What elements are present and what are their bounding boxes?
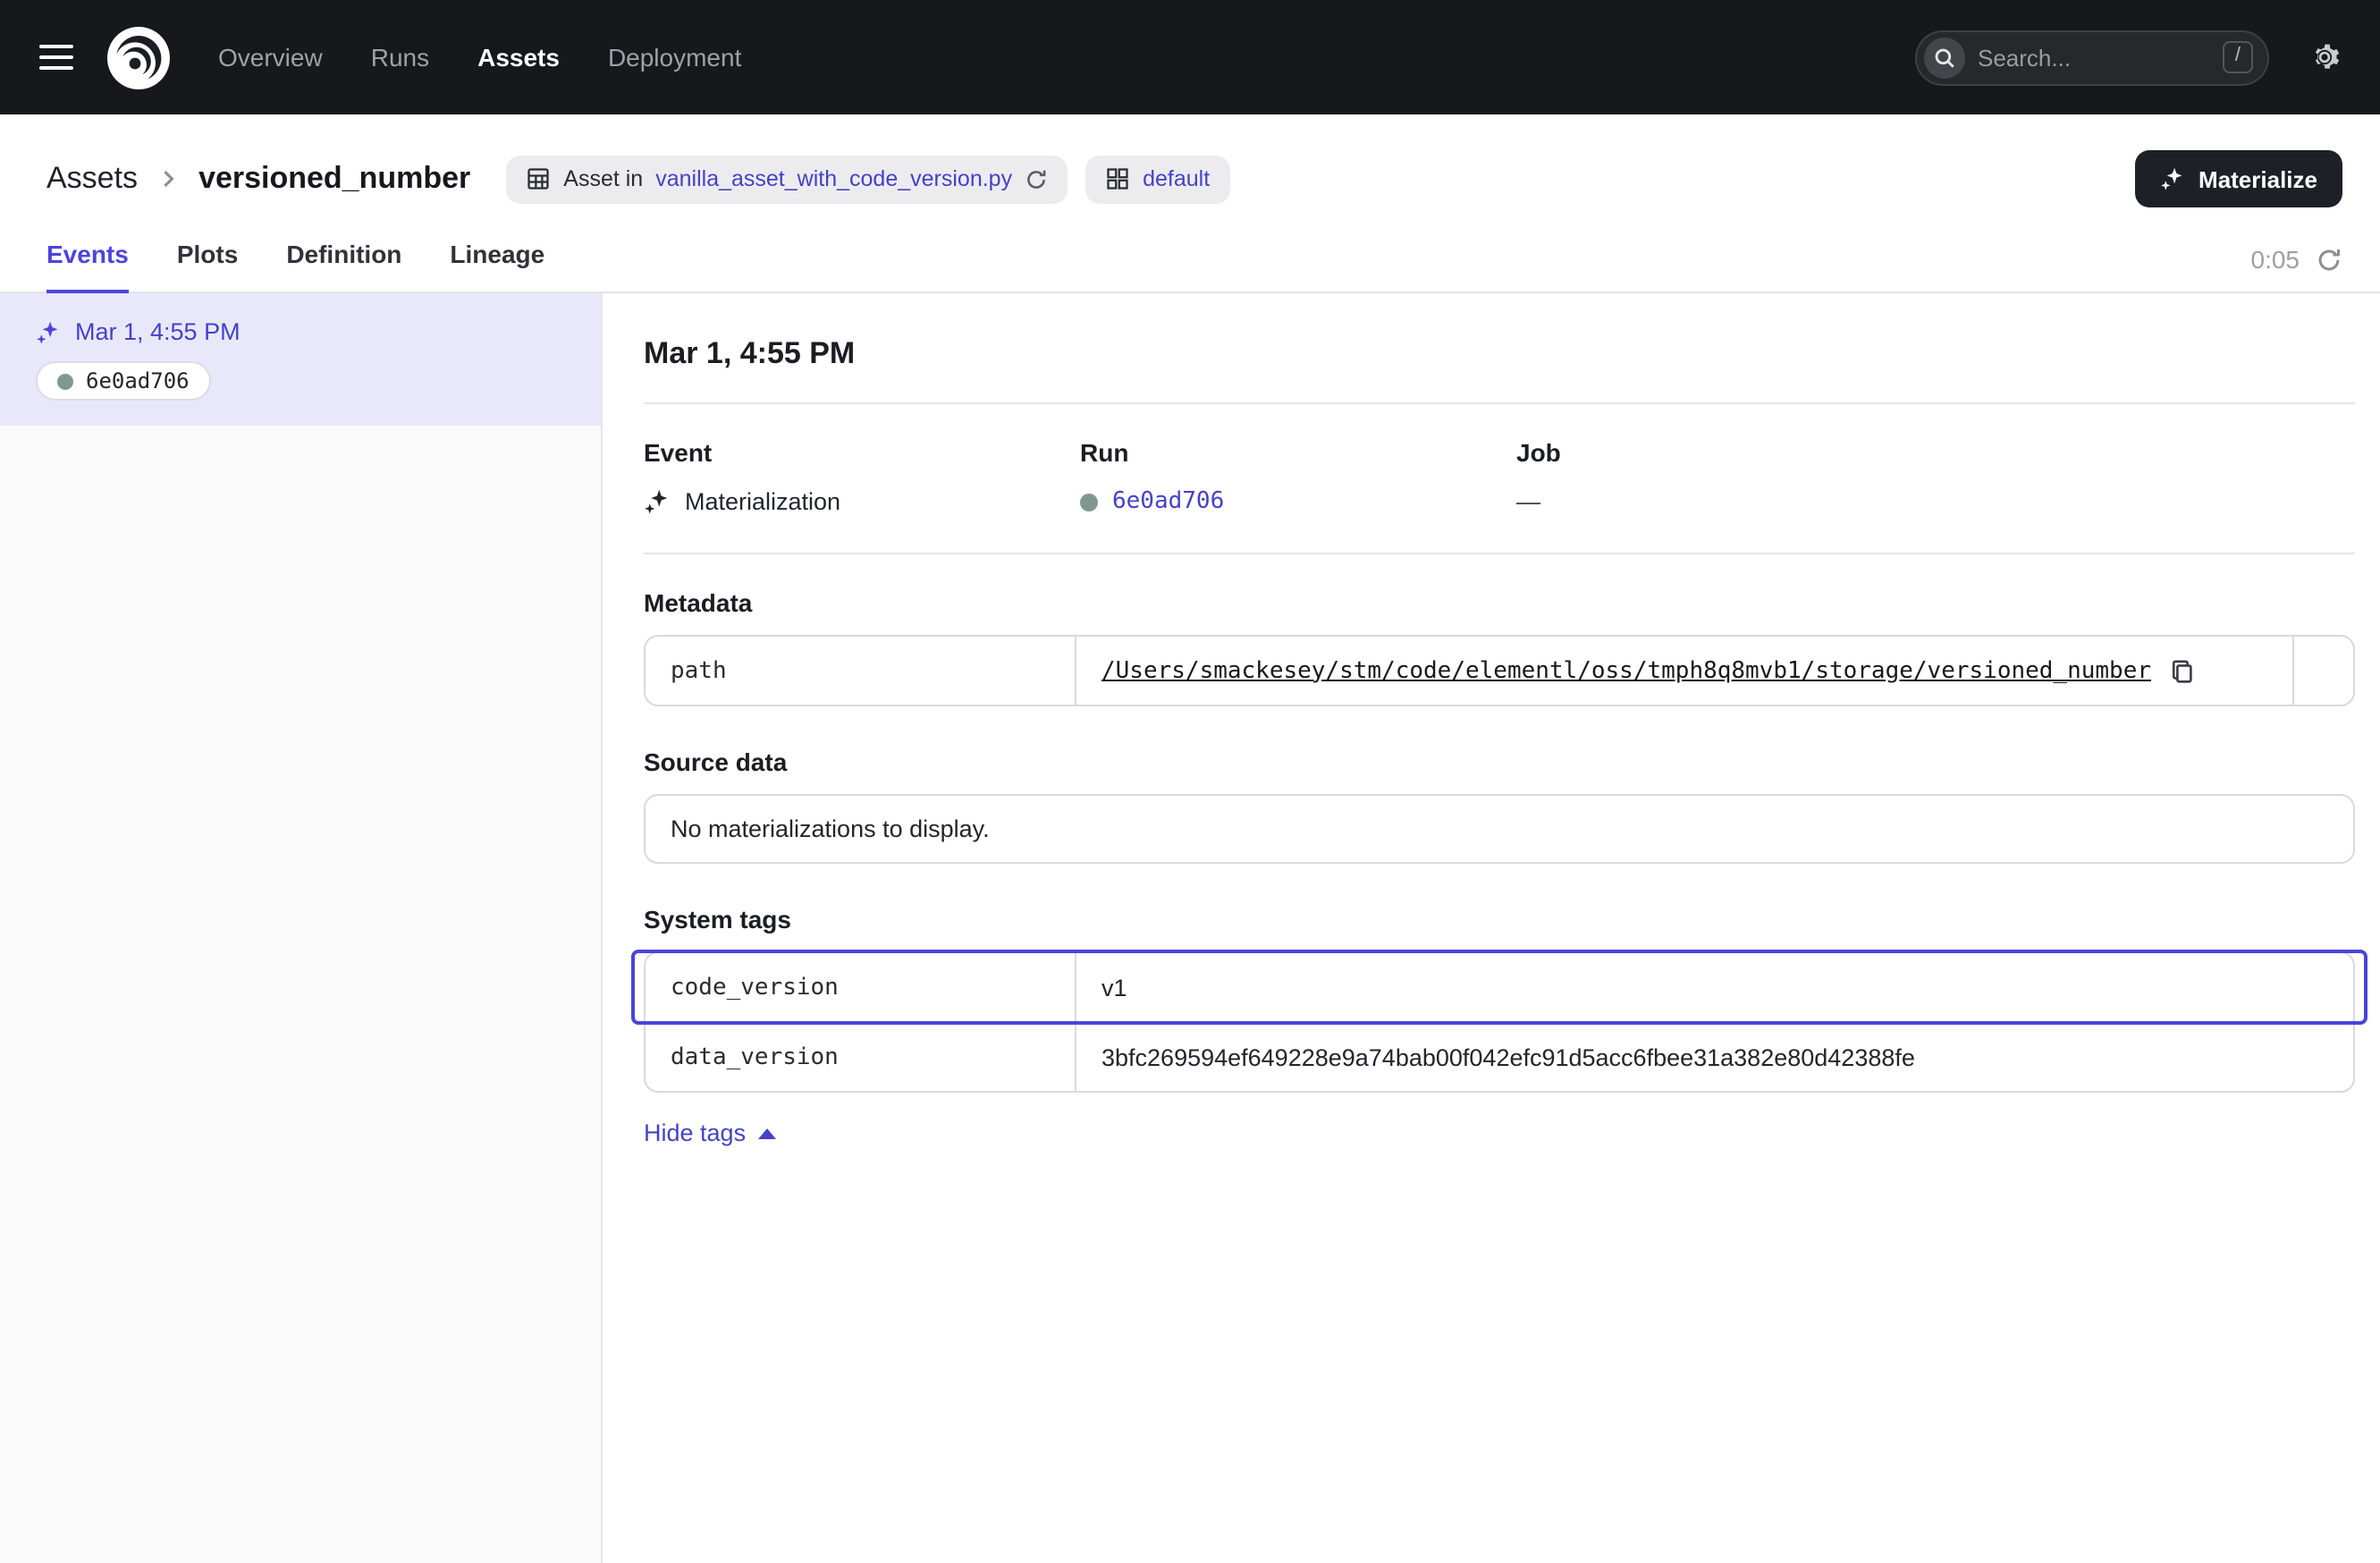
- app-root: Overview Runs Assets Deployment / Assets: [0, 0, 2380, 1563]
- materialization-sparkle-icon: [36, 319, 61, 344]
- asset-file-link[interactable]: vanilla_asset_with_code_version.py: [655, 166, 1012, 191]
- materialize-button[interactable]: Materialize: [2134, 150, 2342, 207]
- table-row-code-version: code_version v1: [646, 953, 2353, 1021]
- asset-badge-prefix: Asset in: [563, 166, 643, 191]
- search-shortcut-hint: /: [2223, 41, 2253, 73]
- tab-events[interactable]: Events: [46, 240, 129, 293]
- reload-code-icon[interactable]: [1025, 167, 1048, 190]
- dagster-logo[interactable]: [105, 24, 172, 90]
- refresh-icon[interactable]: [2316, 246, 2342, 273]
- refresh-timer: 0:05: [2251, 245, 2343, 291]
- source-data-empty-state: No materializations to display.: [644, 794, 2355, 864]
- nav-item-deployment[interactable]: Deployment: [608, 43, 741, 72]
- copy-icon[interactable]: [2169, 657, 2196, 684]
- breadcrumb-assets-link[interactable]: Assets: [46, 161, 138, 197]
- run-id-link[interactable]: 6e0ad706: [1112, 488, 1224, 515]
- fact-job: Job —: [1516, 438, 1953, 515]
- global-search[interactable]: /: [1915, 30, 2269, 85]
- run-id-pill[interactable]: 6e0ad706: [36, 361, 211, 401]
- tag-value: v1: [1075, 953, 2353, 1021]
- search-input[interactable]: [1978, 44, 2210, 71]
- fact-event-value: Materialization: [685, 488, 840, 515]
- tag-key: data_version: [646, 1023, 1075, 1091]
- metadata-action-cell: [2292, 637, 2353, 705]
- caret-up-icon: [758, 1128, 776, 1138]
- event-list-item-selected[interactable]: Mar 1, 4:55 PM 6e0ad706: [0, 293, 601, 426]
- tag-value: 3bfc269594ef649228e9a74bab00f042efc91d5a…: [1075, 1023, 2353, 1091]
- run-id-text: 6e0ad706: [86, 368, 190, 393]
- tab-definition[interactable]: Definition: [286, 240, 401, 293]
- event-list-sidebar: Mar 1, 4:55 PM 6e0ad706: [0, 293, 603, 1563]
- sparkle-icon: [2159, 166, 2184, 191]
- source-data-heading: Source data: [644, 748, 2355, 776]
- materialization-sparkle-icon: [644, 488, 671, 515]
- tab-lineage[interactable]: Lineage: [450, 240, 544, 293]
- refresh-countdown: 0:05: [2251, 245, 2300, 274]
- fact-event-label: Event: [644, 438, 1080, 467]
- table-row-data-version: data_version 3bfc269594ef649228e9a74bab0…: [646, 1021, 2353, 1091]
- page-header: Assets versioned_number Asset in vanilla…: [0, 114, 2380, 207]
- materialize-label: Materialize: [2199, 165, 2317, 192]
- search-icon: [1924, 37, 1965, 78]
- hide-tags-link[interactable]: Hide tags: [644, 1119, 776, 1146]
- metadata-table: path /Users/smackesey/stm/code/elementl/…: [644, 635, 2355, 706]
- page-title: versioned_number: [198, 161, 470, 197]
- fact-run: Run 6e0ad706: [1080, 438, 1516, 515]
- asset-group-badge: default: [1085, 155, 1229, 203]
- gear-icon[interactable]: [2308, 41, 2341, 73]
- tag-key: code_version: [646, 953, 1075, 1021]
- table-row: path /Users/smackesey/stm/code/elementl/…: [646, 637, 2353, 705]
- tab-bar: Events Plots Definition Lineage 0:05: [0, 207, 2380, 293]
- fact-event: Event Materialization: [644, 438, 1080, 515]
- fact-job-value: —: [1516, 488, 1540, 515]
- asset-source-badge: Asset in vanilla_asset_with_code_version…: [506, 155, 1068, 203]
- fact-job-label: Job: [1516, 438, 1953, 467]
- system-tags-heading: System tags: [644, 905, 2355, 934]
- run-status-dot: [1080, 493, 1098, 511]
- chevron-right-icon: [156, 166, 181, 191]
- grid-icon: [1105, 166, 1130, 191]
- metadata-heading: Metadata: [644, 588, 2355, 617]
- run-status-dot: [57, 373, 73, 389]
- nav-item-assets[interactable]: Assets: [477, 43, 560, 72]
- event-timestamp: Mar 1, 4:55 PM: [75, 318, 241, 345]
- hide-tags-label: Hide tags: [644, 1119, 746, 1146]
- event-detail-panel: Mar 1, 4:55 PM Event Materialization: [603, 293, 2380, 1563]
- metadata-path-link[interactable]: /Users/smackesey/stm/code/elementl/oss/t…: [1101, 657, 2151, 684]
- fact-run-label: Run: [1080, 438, 1516, 467]
- tab-plots[interactable]: Plots: [177, 240, 238, 293]
- hamburger-menu-icon[interactable]: [39, 45, 73, 70]
- metadata-key: path: [646, 637, 1075, 705]
- primary-nav: Overview Runs Assets Deployment: [218, 43, 741, 72]
- group-link[interactable]: default: [1143, 166, 1210, 191]
- nav-item-runs[interactable]: Runs: [371, 43, 429, 72]
- system-tags-table: code_version v1 data_version 3bfc269594e…: [644, 951, 2355, 1093]
- table-icon: [526, 166, 551, 191]
- event-detail-title: Mar 1, 4:55 PM: [644, 336, 2355, 372]
- event-facts-row: Event Materialization Run: [644, 438, 2355, 515]
- nav-item-overview[interactable]: Overview: [218, 43, 323, 72]
- top-navigation-bar: Overview Runs Assets Deployment /: [0, 0, 2380, 114]
